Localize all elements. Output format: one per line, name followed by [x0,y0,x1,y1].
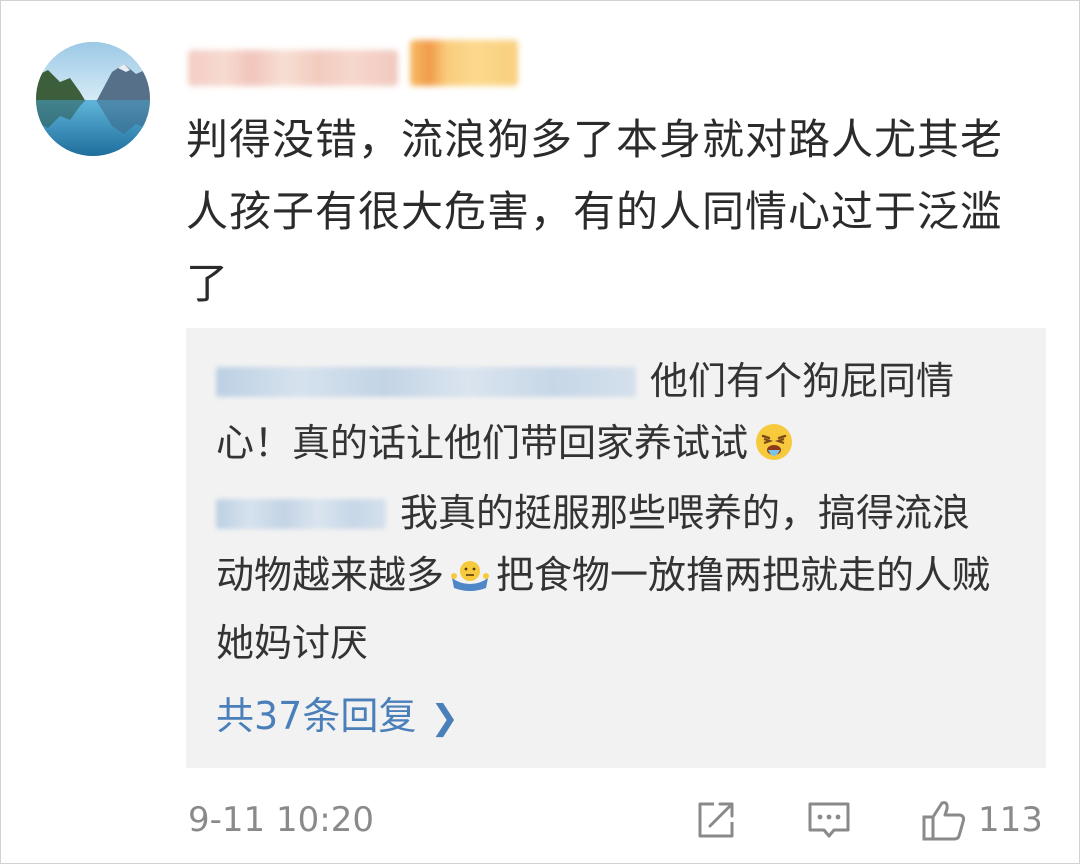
replies-panel: 他们有个狗屁同情心！真的话让他们带回家养试试 我真的挺服那些喂养的，搞得流浪动物… [186,328,1046,768]
view-all-replies-link[interactable]: 共37条回复 ❯ [216,686,459,748]
share-icon [698,802,734,838]
view-all-replies-label: 共37条回复 [216,694,417,738]
reply-item[interactable]: 他们有个狗屁同情心！真的话让他们带回家养试试 [216,350,1006,480]
comment-text: 判得没错，流浪狗多了本身就对路人尤其老人孩子有很大危害，有的人同情心过于泛滥了 [186,115,1004,308]
reply-author-redacted[interactable] [216,367,636,397]
reply-author-redacted[interactable] [216,499,386,529]
reply-item[interactable]: 我真的挺服那些喂养的，搞得流浪动物越来越多 把食物一放撸两把就走的人贼她妈讨厌 [216,482,1006,674]
shrug-icon [450,550,490,612]
share-button[interactable] [694,796,738,844]
user-badge-redacted [410,40,518,86]
vomiting-face-icon [754,418,794,480]
username-redacted[interactable] [188,50,398,86]
reply-button[interactable] [806,796,852,844]
lake-landscape-image [36,42,150,156]
comment-icon [808,802,850,838]
like-count: 113 [978,800,1043,840]
thumbs-up-icon [922,801,966,841]
user-avatar[interactable] [36,42,150,156]
comment-timestamp: 9-11 10:20 [188,800,374,840]
chevron-right-icon: ❯ [430,698,459,738]
like-button[interactable]: 113 [920,796,1043,844]
